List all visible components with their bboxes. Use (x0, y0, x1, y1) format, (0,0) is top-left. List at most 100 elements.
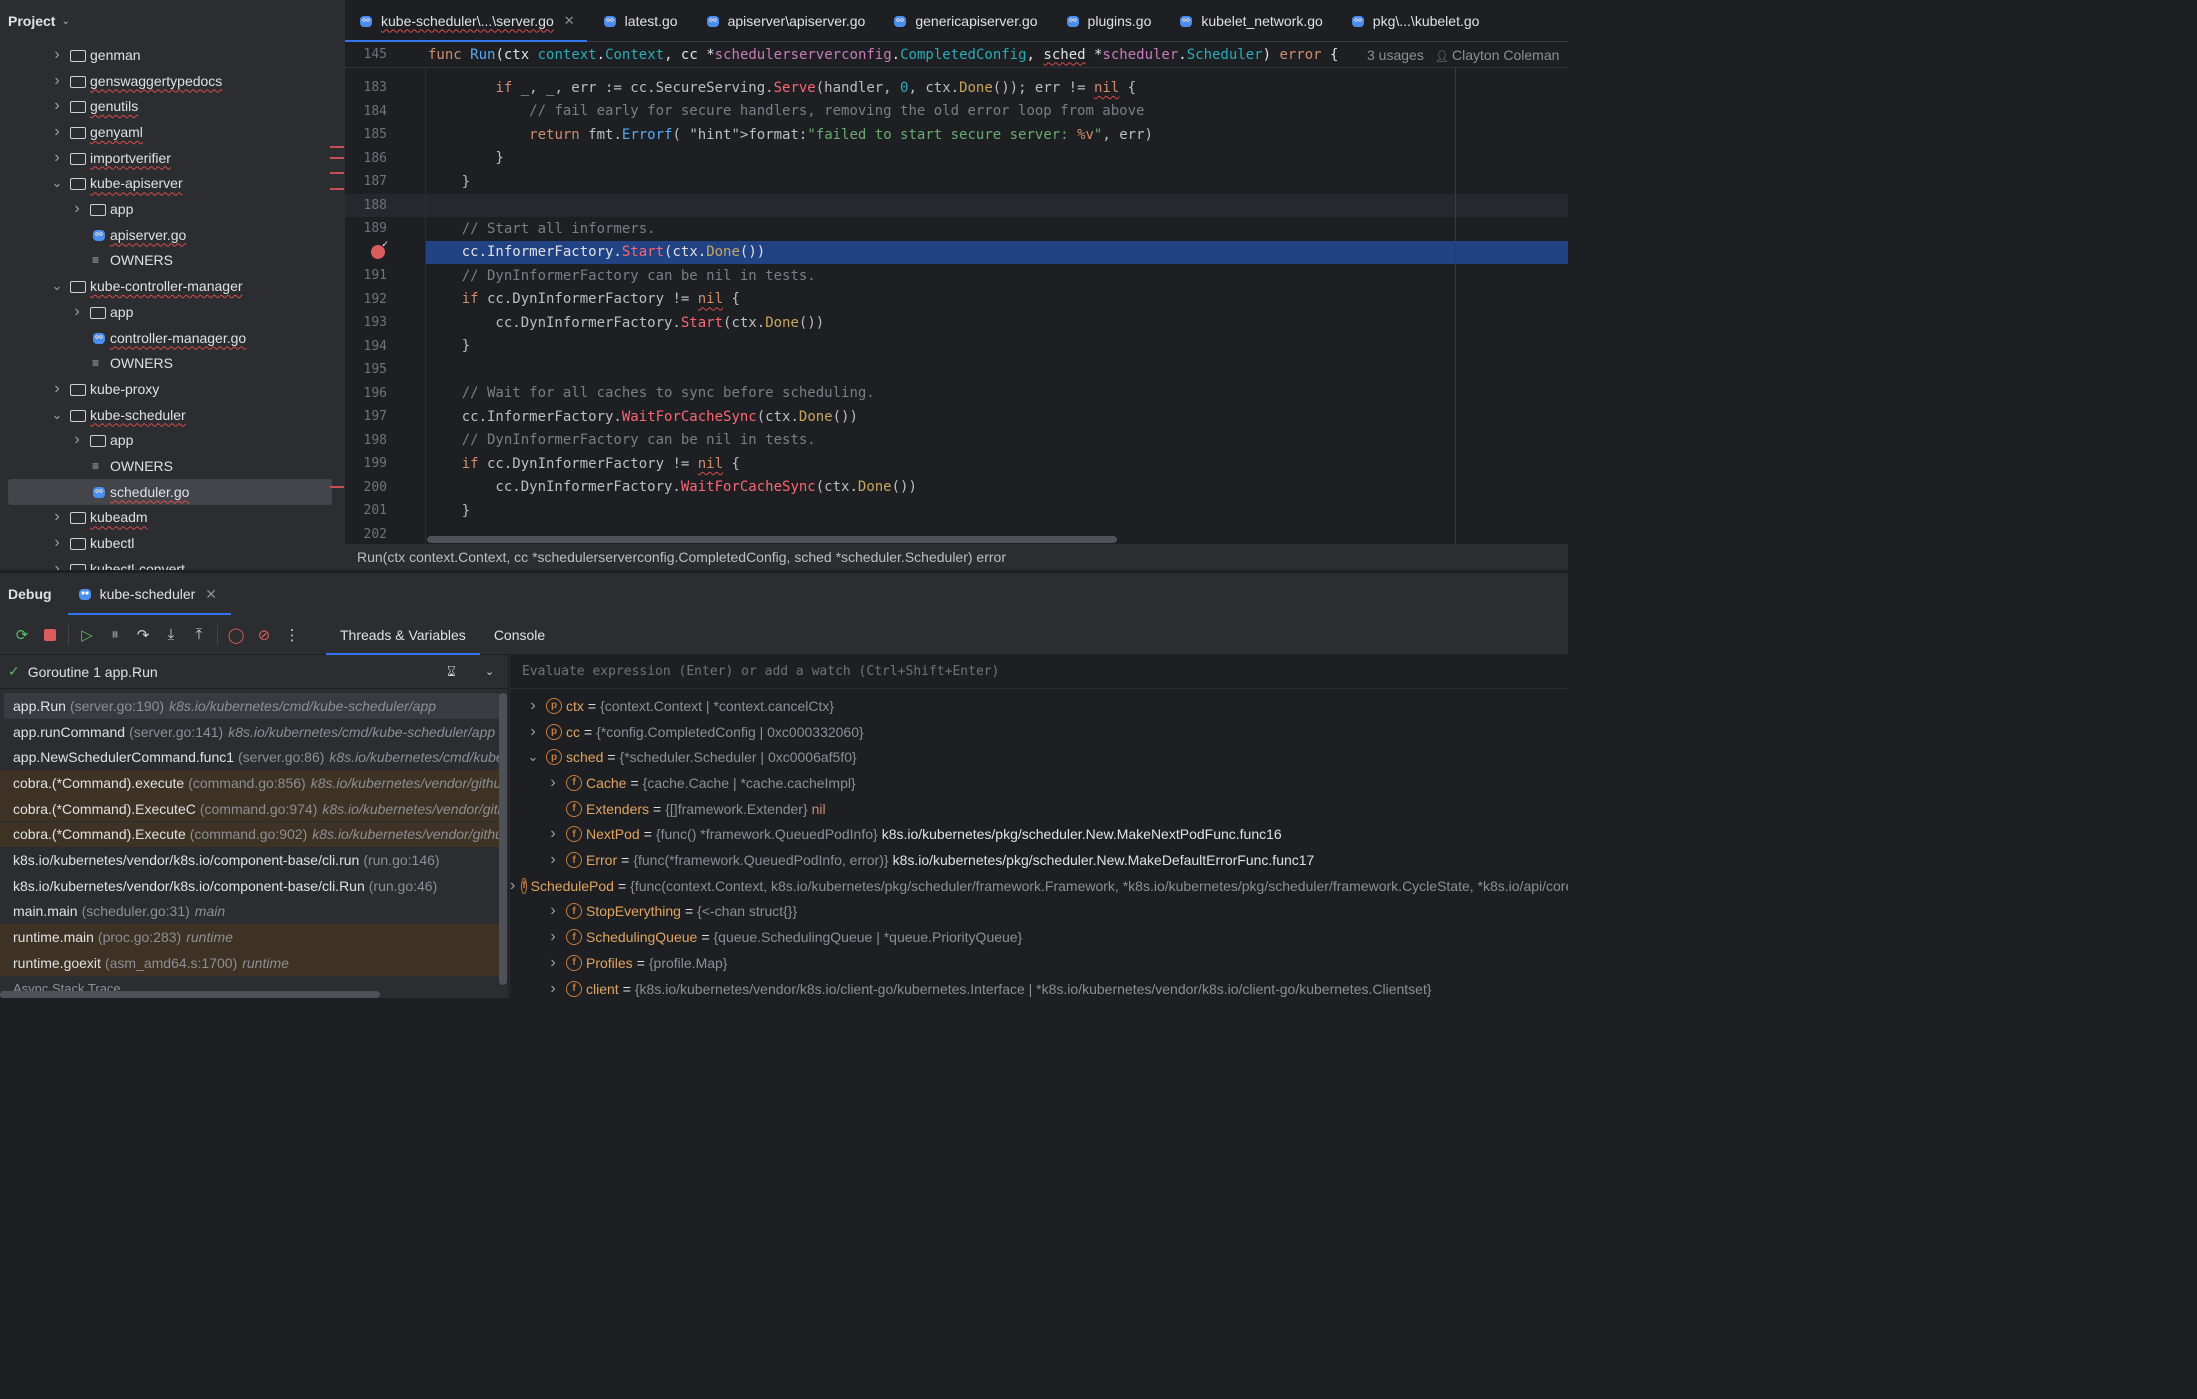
breakpoint-icon[interactable] (371, 239, 388, 259)
variable-row[interactable]: f Extenders = {[]framework.Extender} nil (510, 796, 1568, 822)
stack-frame[interactable]: cobra.(*Command).execute (command.go:856)… (0, 770, 500, 796)
chevron-right-icon[interactable]: › (526, 697, 540, 715)
tree-item[interactable]: controller-manager.go (0, 325, 332, 351)
chevron-right-icon[interactable]: › (546, 774, 560, 792)
tree-item[interactable]: › genyaml (0, 119, 332, 145)
chevron-right-icon[interactable]: › (546, 954, 560, 972)
tree-item[interactable]: › genman (0, 42, 332, 68)
resume-icon[interactable]: ▷ (73, 621, 101, 649)
line-number[interactable]: 191 (345, 268, 387, 283)
frames-vertical-scrollbar[interactable] (499, 693, 507, 985)
chevron-down-icon[interactable]: ⌄ (61, 16, 69, 27)
line-number[interactable]: 197 (345, 409, 387, 424)
editor-tab[interactable]: latest.go (587, 0, 690, 42)
stack-frame[interactable]: runtime.goexit (asm_amd64.s:1700) runtime (0, 950, 500, 976)
variable-row[interactable]: › f Cache = {cache.Cache | *cache.cacheImpl} (510, 770, 1568, 796)
frames-horizontal-scrollbar[interactable] (0, 991, 380, 998)
chevron-right-icon[interactable]: › (546, 825, 560, 843)
chevron-right-icon[interactable]: › (50, 534, 64, 552)
step-into-icon[interactable]: ⤓ (157, 621, 185, 649)
filter-icon[interactable]: ⌛︎ (447, 663, 456, 680)
line-number[interactable]: 200 (345, 480, 387, 495)
tree-item[interactable]: › app (0, 428, 332, 454)
line-number[interactable]: 202 (345, 527, 387, 542)
line-number[interactable]: 184 (345, 104, 387, 119)
tree-item[interactable]: › kube-proxy (0, 376, 332, 402)
tree-item[interactable]: ≡ OWNERS (0, 350, 332, 376)
line-number[interactable]: 198 (345, 433, 387, 448)
stop-icon[interactable] (36, 621, 64, 649)
variable-row[interactable]: › p ctx = {context.Context | *context.cancel… (510, 693, 1568, 719)
tree-item[interactable]: ≡ OWNERS (0, 453, 332, 479)
tab-threads-variables[interactable]: Threads & Variables (326, 615, 480, 655)
rerun-icon[interactable]: ⟳ (8, 621, 36, 649)
line-number[interactable]: 195 (345, 362, 387, 377)
chevron-right-icon[interactable]: › (50, 46, 64, 64)
chevron-right-icon[interactable]: › (70, 303, 84, 321)
tab-console[interactable]: Console (480, 615, 559, 655)
tree-item[interactable]: › genswaggertypedocs (0, 68, 332, 94)
variable-row[interactable]: ⌄ p sched = {*scheduler.Scheduler | 0xc0006a… (510, 744, 1568, 770)
line-number[interactable]: 192 (345, 292, 387, 307)
line-number[interactable]: 186 (345, 151, 387, 166)
editor-tab[interactable]: kube-scheduler\...\server.go ✕ (345, 0, 587, 43)
chevron-down-icon[interactable]: ⌄ (50, 407, 64, 423)
mute-breakpoints-icon[interactable]: ⊘ (250, 621, 278, 649)
author-hint[interactable]: 👤︎ Clayton Coleman (1435, 47, 1559, 63)
line-number[interactable]: 183 (345, 80, 387, 95)
project-header[interactable]: Project ⌄ (0, 0, 345, 42)
variable-row[interactable]: › p cc = {*config.CompletedConfig | 0xc00033… (510, 719, 1568, 745)
line-number[interactable]: 196 (345, 386, 387, 401)
chevron-right-icon[interactable]: › (50, 508, 64, 526)
stack-frame[interactable]: cobra.(*Command).ExecuteC (command.go:974… (0, 795, 500, 822)
tree-item[interactable]: › app (0, 299, 332, 325)
stack-frame[interactable]: k8s.io/kubernetes/vendor/k8s.io/componen… (0, 873, 500, 899)
line-number[interactable]: 188 (345, 198, 387, 213)
line-number[interactable]: 199 (345, 456, 387, 471)
variable-row[interactable]: › f Error = {func(*framework.QueuedPodInfo, … (510, 847, 1568, 873)
tree-item[interactable]: › kubeadm (0, 505, 332, 531)
pause-icon[interactable]: ⏸︎ (101, 621, 129, 649)
chevron-right-icon[interactable]: › (50, 72, 64, 90)
editor-horizontal-scrollbar[interactable] (427, 536, 1117, 543)
step-out-icon[interactable]: ⤒ (185, 621, 213, 649)
chevron-down-icon[interactable]: ⌄ (485, 665, 494, 678)
editor-tab[interactable]: apiserver\apiserver.go (690, 0, 878, 42)
chevron-down-icon[interactable]: ⌄ (526, 749, 540, 765)
stack-frame[interactable]: app.NewSchedulerCommand.func1 (server.go:… (0, 744, 500, 770)
line-number[interactable]: 189 (345, 221, 387, 236)
tree-item[interactable]: › genutils (0, 93, 332, 119)
chevron-down-icon[interactable]: ⌄ (50, 278, 64, 294)
chevron-right-icon[interactable]: › (50, 380, 64, 398)
tree-item[interactable]: scheduler.go (8, 478, 332, 505)
tree-item[interactable]: ≡ OWNERS (0, 248, 332, 274)
tree-item[interactable]: ⌄ kube-controller-manager (0, 273, 332, 299)
editor-tab[interactable]: genericapiserver.go (877, 0, 1049, 42)
step-over-icon[interactable]: ↷ (129, 621, 157, 649)
line-number[interactable]: 185 (345, 127, 387, 142)
stack-frame[interactable]: cobra.(*Command).Execute (command.go:902)… (0, 821, 500, 848)
tree-item[interactable]: › importverifier (0, 145, 332, 171)
variable-row[interactable]: › f StopEverything = {<-chan struct{}} (510, 899, 1568, 925)
close-icon[interactable]: ✕ (205, 586, 217, 603)
stack-frame[interactable]: app.Run (server.go:190) k8s.io/kubernetes/… (4, 693, 500, 719)
goroutine-selector[interactable]: ✓ Goroutine 1 app.Run ⌛︎ ⌄ (0, 655, 508, 689)
chevron-right-icon[interactable]: › (50, 149, 64, 167)
line-number[interactable]: 193 (345, 315, 387, 330)
debug-session-tab[interactable]: kube-scheduler ✕ (67, 573, 232, 615)
tree-item[interactable]: ⌄ kube-apiserver (0, 171, 332, 197)
code-area[interactable]: 183 if _, _, err := cc.SecureServing.Ser… (345, 60, 1568, 544)
stack-frame[interactable]: k8s.io/kubernetes/vendor/k8s.io/componen… (0, 847, 500, 873)
chevron-right-icon[interactable]: › (70, 200, 84, 218)
chevron-right-icon[interactable]: › (50, 560, 64, 570)
chevron-right-icon[interactable]: › (546, 902, 560, 920)
stack-frame[interactable]: main.main (scheduler.go:31) main (0, 899, 500, 925)
chevron-right-icon[interactable]: › (510, 877, 515, 895)
chevron-right-icon[interactable]: › (70, 431, 84, 449)
tree-item[interactable]: apiserver.go (0, 222, 332, 248)
stack-frame[interactable]: runtime.main (proc.go:283) runtime (0, 924, 500, 950)
editor-tab[interactable]: kubelet_network.go (1163, 0, 1334, 42)
variable-row[interactable]: › f SchedulingQueue = {queue.SchedulingQueue… (510, 924, 1568, 950)
chevron-right-icon[interactable]: › (50, 123, 64, 141)
stack-frame[interactable]: app.runCommand (server.go:141) k8s.io/kube… (0, 719, 500, 745)
